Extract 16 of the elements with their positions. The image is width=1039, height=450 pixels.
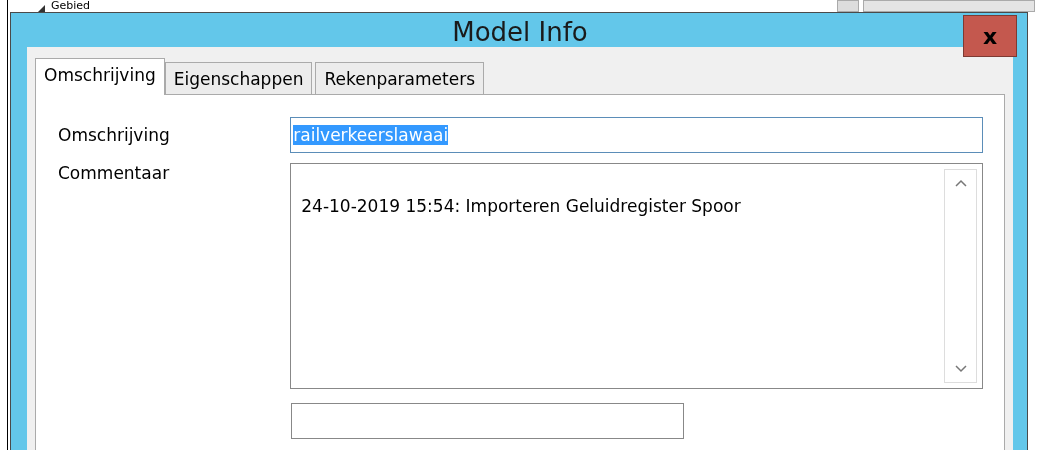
tree-item[interactable]: Gebied [51, 0, 91, 12]
scrollbar[interactable] [944, 169, 977, 383]
close-button[interactable]: x [963, 15, 1017, 57]
field-value: railverkeerslawaai [293, 125, 449, 145]
comment-box[interactable]: 24-10-2019 15:54: Importeren Geluidregister Spoor [290, 163, 983, 389]
scroll-down-icon[interactable] [953, 364, 968, 374]
scroll-up-icon[interactable] [953, 178, 968, 188]
toolbar-button[interactable] [863, 0, 1035, 12]
field-label: Commentaar [58, 163, 171, 183]
tab[interactable]: Eigenschappen [164, 62, 313, 94]
comment-text: 24-10-2019 15:54: Importeren Geluidregister Spoor [300, 195, 742, 218]
window-title: Model Info [452, 17, 588, 47]
tab[interactable]: Rekenparameters [315, 62, 484, 94]
tab[interactable]: Omschrijving [35, 58, 165, 95]
input-field[interactable] [291, 403, 684, 439]
field-label: Omschrijving [58, 125, 171, 145]
